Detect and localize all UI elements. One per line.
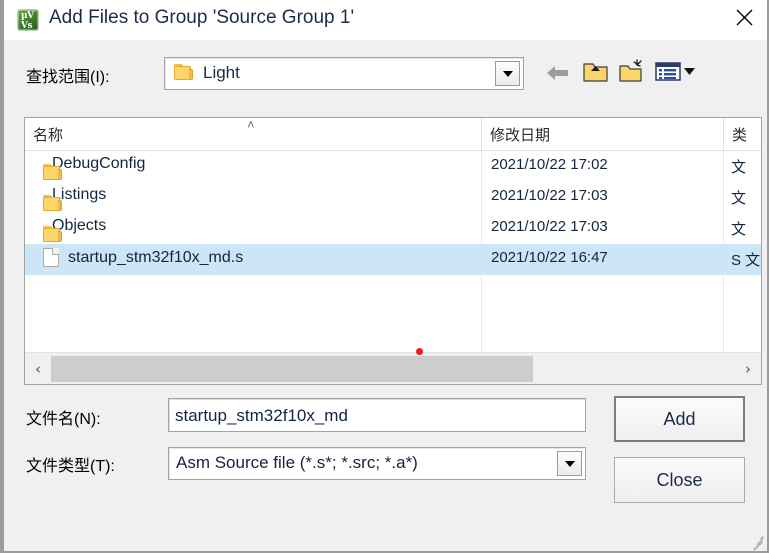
file-type: 文	[731, 221, 747, 238]
table-row[interactable]: DebugConfig 2021/10/22 17:02 文	[25, 151, 761, 182]
folder-icon	[174, 64, 194, 81]
views-icon[interactable]	[654, 58, 696, 84]
chevron-down-icon[interactable]	[495, 61, 520, 86]
up-one-level-icon[interactable]	[582, 58, 610, 84]
new-folder-icon[interactable]	[618, 58, 646, 84]
file-row-name-cell: startup_stm32f10x_md.s	[43, 248, 243, 267]
scroll-left-icon[interactable]: ‹	[25, 353, 51, 384]
add-files-dialog: µV Vs Add Files to Group 'Source Group 1…	[0, 0, 769, 553]
scroll-right-icon[interactable]: ›	[735, 353, 761, 384]
file-type-label: 文件类型(T):	[26, 458, 115, 475]
scrollbar-thumb[interactable]	[51, 356, 534, 382]
table-row[interactable]: Listings 2021/10/22 17:03 文	[25, 182, 761, 213]
file-name: DebugConfig	[52, 155, 146, 172]
add-button[interactable]: Add	[614, 396, 745, 442]
table-row[interactable]: startup_stm32f10x_md.s 2021/10/22 16:47 …	[25, 244, 761, 275]
app-icon-glyph-bottom: Vs	[21, 21, 33, 31]
file-type-value: Asm Source file (*.s*; *.src; *.a*)	[176, 453, 418, 472]
close-button[interactable]: Close	[614, 457, 745, 503]
file-date: 2021/10/22 17:03	[491, 187, 608, 204]
look-in-combobox[interactable]: Light	[164, 57, 524, 90]
sort-ascending-icon: ˄	[247, 118, 255, 132]
file-row-name-cell: DebugConfig	[43, 155, 146, 180]
file-list-body: DebugConfig 2021/10/22 17:02 文 Listings …	[25, 151, 761, 352]
table-row[interactable]: Objects 2021/10/22 17:03 文	[25, 213, 761, 244]
file-name-label: 文件名(N):	[26, 411, 101, 428]
file-list-header: 名称 ˄ 修改日期 类	[25, 118, 761, 151]
file-name: startup_stm32f10x_md.s	[68, 248, 244, 266]
keil-uvision-icon: µV Vs	[17, 9, 39, 31]
file-date: 2021/10/22 17:03	[491, 218, 608, 235]
titlebar: µV Vs Add Files to Group 'Source Group 1…	[4, 0, 767, 40]
file-type: 文	[731, 190, 747, 207]
column-header-name[interactable]: 名称 ˄	[25, 118, 481, 151]
scrollbar-track[interactable]	[51, 356, 735, 382]
back-arrow-icon[interactable]	[544, 62, 572, 84]
file-icon	[43, 248, 59, 267]
resize-grip[interactable]	[750, 535, 765, 551]
app-icon-glyph-top: µV	[21, 11, 34, 21]
file-list: 名称 ˄ 修改日期 类 DebugConfig 2021/10/22 17:02…	[24, 117, 762, 385]
column-header-type[interactable]: 类	[723, 118, 761, 151]
column-header-date-modified[interactable]: 修改日期	[481, 118, 723, 151]
column-header-type-label: 类	[732, 127, 748, 144]
chevron-down-icon	[684, 68, 695, 75]
file-type: 文	[731, 159, 747, 176]
cursor-marker	[416, 348, 423, 355]
close-icon[interactable]	[721, 0, 767, 34]
file-date: 2021/10/22 16:47	[491, 249, 608, 266]
file-type: S 文	[731, 252, 761, 269]
column-header-name-label: 名称	[33, 127, 64, 144]
column-header-date-label: 修改日期	[490, 127, 551, 144]
file-name-input[interactable]	[168, 398, 586, 432]
file-date: 2021/10/22 17:02	[491, 156, 608, 173]
file-type-combobox[interactable]: Asm Source file (*.s*; *.src; *.a*)	[168, 447, 586, 480]
look-in-value: Light	[203, 63, 240, 82]
file-row-name-cell: Objects	[43, 217, 106, 242]
horizontal-scrollbar[interactable]: ‹ ›	[25, 352, 761, 384]
look-in-label: 查找范围(I):	[26, 69, 110, 86]
window-title: Add Files to Group 'Source Group 1'	[49, 7, 355, 28]
chevron-down-icon[interactable]	[557, 451, 582, 476]
file-row-name-cell: Listings	[43, 186, 106, 211]
